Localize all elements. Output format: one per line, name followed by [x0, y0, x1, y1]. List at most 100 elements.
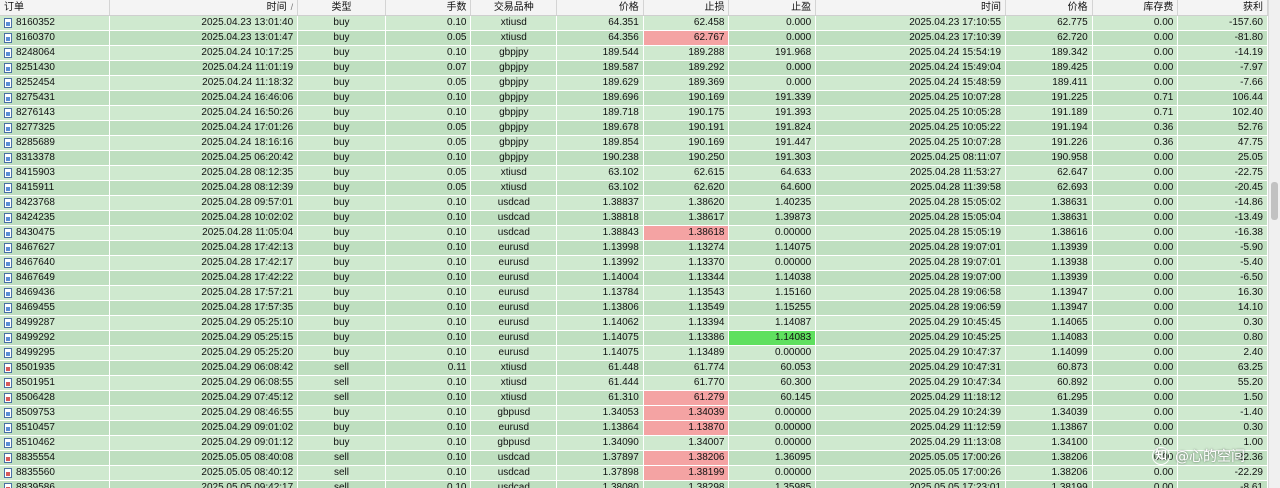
cell-open-time: 2025.04.29 05:25:20	[110, 346, 299, 360]
column-header-sl[interactable]: 止损	[644, 0, 730, 15]
cell-profit: -157.60	[1178, 16, 1268, 30]
table-row[interactable]: 8499295 2025.04.29 05:25:20 buy 0.10 eurusd 1…	[0, 346, 1268, 361]
cell-swap: 0.00	[1093, 481, 1179, 488]
cell-close-price: 1.13947	[1006, 286, 1093, 300]
cell-sl: 62.458	[644, 16, 730, 30]
cell-swap: 0.71	[1093, 91, 1179, 105]
cell-sl: 61.774	[644, 361, 730, 375]
column-header-open-time[interactable]: 时间 /	[110, 0, 299, 15]
column-header-open-price[interactable]: 价格	[557, 0, 644, 15]
cell-open-price: 1.37898	[557, 466, 644, 480]
cell-lots: 0.10	[386, 376, 472, 390]
cell-open-price: 1.14062	[557, 316, 644, 330]
cell-close-price: 189.411	[1006, 76, 1093, 90]
table-row[interactable]: 8276143 2025.04.24 16:50:26 buy 0.10 gbpjpy 1…	[0, 106, 1268, 121]
column-header-close-time[interactable]: 时间	[816, 0, 1007, 15]
cell-order: 8248064	[0, 46, 111, 60]
cell-profit: -1.40	[1178, 406, 1268, 420]
buy-order-icon	[4, 78, 12, 88]
cell-open-price: 1.13998	[557, 241, 644, 255]
table-row[interactable]: 8430475 2025.04.28 11:05:04 buy 0.10 usdcad 1…	[0, 226, 1268, 241]
cell-close-price: 62.775	[1006, 16, 1093, 30]
cell-swap: 0.00	[1093, 301, 1179, 315]
cell-profit: -13.49	[1178, 211, 1268, 225]
table-row[interactable]: 8251430 2025.04.24 11:01:19 buy 0.07 gbpjpy 1…	[0, 61, 1268, 76]
cell-open-price: 1.14075	[557, 331, 644, 345]
table-row[interactable]: 8509753 2025.04.29 08:46:55 buy 0.10 gbpusd 1…	[0, 406, 1268, 421]
cell-lots: 0.10	[386, 481, 472, 488]
table-row[interactable]: 8415903 2025.04.28 08:12:35 buy 0.05 xtiusd 6…	[0, 166, 1268, 181]
table-row[interactable]: 8285689 2025.04.24 18:16:16 buy 0.05 gbpjpy 1…	[0, 136, 1268, 151]
table-row[interactable]: 8835554 2025.05.05 08:40:08 sell 0.10 usdcad…	[0, 451, 1268, 466]
column-header-label: 价格	[618, 2, 639, 13]
table-row[interactable]: 8424235 2025.04.28 10:02:02 buy 0.10 usdcad 1…	[0, 211, 1268, 226]
table-row[interactable]: 8467649 2025.04.28 17:42:22 buy 0.10 eurusd 1…	[0, 271, 1268, 286]
table-row[interactable]: 8423768 2025.04.28 09:57:01 buy 0.10 usdcad 1…	[0, 196, 1268, 211]
table-row[interactable]: 8510457 2025.04.29 09:01:02 buy 0.10 eurusd 1…	[0, 421, 1268, 436]
table-row[interactable]: 8313378 2025.04.25 06:20:42 buy 0.10 gbpjpy 1…	[0, 151, 1268, 166]
cell-type: buy	[298, 421, 386, 435]
column-header-type[interactable]: 类型	[298, 0, 386, 15]
cell-type: buy	[298, 256, 386, 270]
table-row[interactable]: 8277325 2025.04.24 17:01:26 buy 0.05 gbpjpy 1…	[0, 121, 1268, 136]
cell-lots: 0.10	[386, 196, 472, 210]
sort-indicator-icon: /	[290, 2, 294, 12]
column-header-order[interactable]: 订单	[0, 0, 111, 15]
cell-tp: 0.00000	[729, 436, 817, 450]
table-row[interactable]: 8469436 2025.04.28 17:57:21 buy 0.10 eurusd 1…	[0, 286, 1268, 301]
cell-open-time: 2025.04.28 17:57:21	[110, 286, 299, 300]
cell-open-price: 64.356	[557, 31, 644, 45]
table-row[interactable]: 8835560 2025.05.05 08:40:12 sell 0.10 usdcad…	[0, 466, 1268, 481]
column-header-tp[interactable]: 止盈	[729, 0, 817, 15]
cell-symbol: usdcad	[471, 226, 558, 240]
column-header-symbol[interactable]: 交易品种	[471, 0, 558, 15]
table-row[interactable]: 8160352 2025.04.23 13:01:40 buy 0.10 xtiusd 6…	[0, 16, 1268, 31]
table-row[interactable]: 8501951 2025.04.29 06:08:55 sell 0.10 xtiusd…	[0, 376, 1268, 391]
cell-profit: -8.61	[1178, 481, 1268, 488]
column-header-swap[interactable]: 库存费	[1093, 0, 1179, 15]
cell-symbol: eurusd	[471, 241, 558, 255]
cell-open-price: 1.13864	[557, 421, 644, 435]
cell-type: buy	[298, 91, 386, 105]
cell-order: 8430475	[0, 226, 111, 240]
vertical-scrollbar[interactable]	[1268, 0, 1280, 488]
cell-sl: 1.13344	[644, 271, 730, 285]
cell-tp: 0.000	[729, 76, 817, 90]
table-row[interactable]: 8248064 2025.04.24 10:17:25 buy 0.10 gbpjpy 1…	[0, 46, 1268, 61]
table-row[interactable]: 8467627 2025.04.28 17:42:13 buy 0.10 eurusd 1…	[0, 241, 1268, 256]
column-header-close-price[interactable]: 价格	[1006, 0, 1093, 15]
table-row[interactable]: 8467640 2025.04.28 17:42:17 buy 0.10 eurusd 1…	[0, 256, 1268, 271]
scrollbar-thumb[interactable]	[1271, 182, 1278, 220]
cell-close-time: 2025.04.28 15:05:19	[816, 226, 1007, 240]
cell-close-time: 2025.04.28 19:06:58	[816, 286, 1007, 300]
cell-lots: 0.10	[386, 16, 472, 30]
cell-tp: 1.15160	[729, 286, 817, 300]
table-row[interactable]: 8501935 2025.04.29 06:08:42 sell 0.11 xtiusd…	[0, 361, 1268, 376]
cell-close-price: 189.425	[1006, 61, 1093, 75]
cell-close-price: 1.38616	[1006, 226, 1093, 240]
cell-symbol: xtiusd	[471, 376, 558, 390]
cell-profit: -14.19	[1178, 46, 1268, 60]
table-row[interactable]: 8499292 2025.04.29 05:25:15 buy 0.10 eurusd 1…	[0, 331, 1268, 346]
table-row[interactable]: 8275431 2025.04.24 16:46:06 buy 0.10 gbpjpy 1…	[0, 91, 1268, 106]
table-row[interactable]: 8160370 2025.04.23 13:01:47 buy 0.05 xtiusd 6…	[0, 31, 1268, 46]
table-row[interactable]: 8252454 2025.04.24 11:18:32 buy 0.05 gbpjpy 1…	[0, 76, 1268, 91]
cell-order: 8251430	[0, 61, 111, 75]
cell-swap: 0.36	[1093, 121, 1179, 135]
cell-sl: 190.191	[644, 121, 730, 135]
cell-open-price: 189.678	[557, 121, 644, 135]
table-row[interactable]: 8506428 2025.04.29 07:45:12 sell 0.10 xtiusd…	[0, 391, 1268, 406]
table-row[interactable]: 8839586 2025.05.05 09:42:17 sell 0.10 usdcad…	[0, 481, 1268, 488]
column-header-lots[interactable]: 手数	[386, 0, 472, 15]
table-row[interactable]: 8469455 2025.04.28 17:57:35 buy 0.10 eurusd 1…	[0, 301, 1268, 316]
table-row[interactable]: 8499287 2025.04.29 05:25:10 buy 0.10 eurusd 1…	[0, 316, 1268, 331]
cell-open-time: 2025.04.28 10:02:02	[110, 211, 299, 225]
table-row[interactable]: 8510462 2025.04.29 09:01:12 buy 0.10 gbpusd 1…	[0, 436, 1268, 451]
cell-close-time: 2025.04.24 15:49:04	[816, 61, 1007, 75]
column-header-profit[interactable]: 获利	[1178, 0, 1268, 15]
cell-close-price: 1.13939	[1006, 271, 1093, 285]
buy-order-icon	[4, 348, 12, 358]
table-row[interactable]: 8415911 2025.04.28 08:12:39 buy 0.05 xtiusd 6…	[0, 181, 1268, 196]
cell-close-price: 1.14065	[1006, 316, 1093, 330]
cell-close-time: 2025.04.28 19:07:00	[816, 271, 1007, 285]
